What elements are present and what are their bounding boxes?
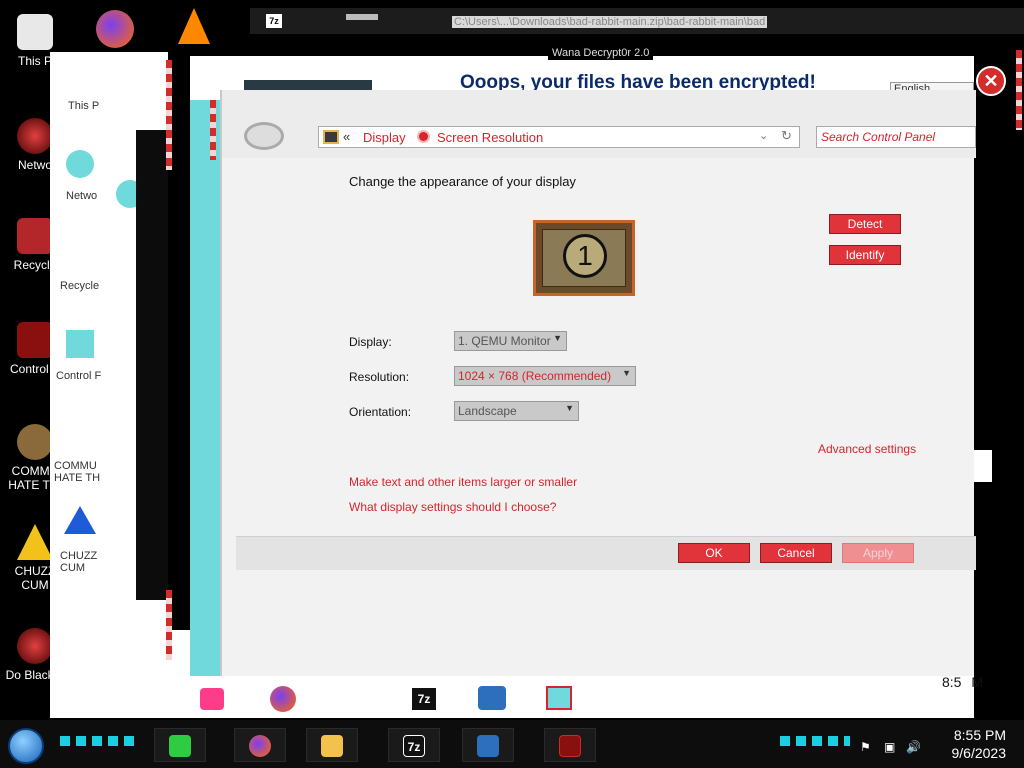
money-bag-icon <box>17 424 53 460</box>
address-bar[interactable]: « Display Screen Resolution ⌄ ↻ <box>318 126 800 148</box>
display-icon <box>323 130 339 144</box>
ok-button[interactable]: OK <box>678 543 750 563</box>
control-panel-icon <box>17 322 53 358</box>
display-select-value: 1. QEMU Monitor <box>458 334 551 348</box>
firefox-icon[interactable] <box>96 10 134 48</box>
sevenzip-icon: 7z <box>403 735 425 757</box>
breadcrumb-back[interactable]: « <box>343 129 350 144</box>
start-button[interactable] <box>8 728 44 764</box>
display-settings-help-link[interactable]: What display settings should I choose? <box>349 500 556 514</box>
ghost-firefox-icon <box>270 686 296 712</box>
chevron-down-icon[interactable]: ⌄ <box>759 129 768 142</box>
network-icon <box>17 118 53 154</box>
volume-icon[interactable]: 🔊 <box>906 740 921 754</box>
ghost-clock-suffix: M <box>971 674 984 690</box>
ghost-icon-label: COMMU HATE TH <box>54 460 101 484</box>
warning-icon <box>64 506 96 534</box>
clock-time: 8:55 PM <box>953 727 1006 743</box>
clock-date: 9/6/2023 <box>951 745 1007 761</box>
monitor-number: 1 <box>563 234 607 278</box>
decryptor-label: Wana Decrypt0r 2.0 <box>548 46 654 60</box>
taskbar-firefox[interactable] <box>234 728 286 762</box>
control-panel-icon <box>559 735 581 757</box>
refresh-icon[interactable]: ↻ <box>781 128 792 144</box>
ghost-clock-hour: 8:5 <box>942 674 962 690</box>
apply-button[interactable]: Apply <box>842 543 914 563</box>
titlebar-grip <box>346 14 378 20</box>
orientation-label: Orientation: <box>349 405 412 419</box>
detect-button[interactable]: Detect <box>829 214 901 234</box>
identify-button[interactable]: Identify <box>829 245 901 265</box>
flag-icon[interactable]: ⚑ <box>860 740 871 754</box>
chevron-down-icon: ▼ <box>565 403 574 413</box>
control-panel-window: « Display Screen Resolution ⌄ ↻ Search C… <box>220 90 976 676</box>
ghost-handshake-icon <box>478 686 506 710</box>
taskbar-7zip[interactable]: 7z <box>388 728 440 762</box>
breadcrumb-separator-icon <box>419 132 428 141</box>
sevenzip-icon: 7z <box>266 14 282 28</box>
window-frame-stripe <box>166 590 172 660</box>
taskbar-control-panel[interactable] <box>544 728 596 762</box>
computer-icon <box>17 14 53 50</box>
page-title: Change the appearance of your display <box>349 174 576 189</box>
recycle-bin-icon <box>17 218 53 254</box>
chevron-down-icon: ▼ <box>553 333 562 343</box>
vlc-icon[interactable] <box>178 8 210 44</box>
window-frame-stripe <box>210 100 216 160</box>
ghost-icon-label: Recycle <box>60 280 100 292</box>
window-frame-stripe <box>1016 50 1022 130</box>
resolution-select[interactable]: 1024 × 768 (Recommended) ▼ <box>454 366 636 386</box>
orientation-select[interactable]: Landscape ▼ <box>454 401 579 421</box>
teal-ghost-icon <box>66 150 94 178</box>
ghost-dark-column <box>136 130 168 600</box>
taskbar-explorer[interactable] <box>306 728 358 762</box>
sevenzip-path: C:\Users\...\Downloads\bad-rabbit-main.z… <box>452 16 768 28</box>
warning-icon <box>17 524 53 560</box>
advanced-settings-link[interactable]: Advanced settings <box>818 442 916 456</box>
network-icon <box>17 628 53 664</box>
breadcrumb-screen-resolution[interactable]: Screen Resolution <box>437 130 543 145</box>
firefox-icon <box>249 735 271 757</box>
ghost-window <box>974 450 992 482</box>
orientation-select-value: Landscape <box>458 404 517 418</box>
ghost-taskbar <box>50 676 974 718</box>
close-icon[interactable]: ✕ <box>976 66 1006 96</box>
display-label: Display: <box>349 335 392 349</box>
taskbar-decor <box>60 736 140 746</box>
control-panel-logo-icon <box>244 122 284 150</box>
display-select[interactable]: 1. QEMU Monitor ▼ <box>454 331 567 351</box>
teal-ghost-icon <box>66 330 94 358</box>
network-tray-icon[interactable]: ▣ <box>884 740 895 754</box>
ghost-icon-label: Control F <box>56 370 102 382</box>
larger-text-link[interactable]: Make text and other items larger or smal… <box>349 475 577 489</box>
taskbar-clock[interactable]: 8:55 PM 9/6/2023 <box>936 726 1007 762</box>
ghost-icon-label: This P <box>68 100 100 112</box>
ghost-7z-icon: 7z <box>412 688 436 710</box>
handshake-icon <box>477 735 499 757</box>
ghost-clock: 8:5 M <box>942 674 983 690</box>
breadcrumb-display[interactable]: Display <box>363 130 406 145</box>
taskbar-notes[interactable] <box>154 728 206 762</box>
monitor-screen: 1 <box>542 229 626 287</box>
ghost-notes-icon <box>200 688 224 710</box>
cancel-button[interactable]: Cancel <box>760 543 832 563</box>
taskbar-handshake[interactable] <box>462 728 514 762</box>
ghost-icon-label: Netwo <box>66 190 98 202</box>
window-frame-stripe <box>166 60 172 170</box>
notes-icon <box>169 735 191 757</box>
folder-icon <box>321 735 343 757</box>
taskbar-decor <box>780 736 850 746</box>
chevron-down-icon: ▼ <box>622 368 631 378</box>
monitor-preview[interactable]: 1 <box>533 220 635 296</box>
ghost-control-icon <box>546 686 572 710</box>
resolution-label: Resolution: <box>349 370 410 384</box>
ghost-icon-label: CHUZZ CUM <box>60 550 98 574</box>
search-input[interactable]: Search Control Panel <box>816 126 976 148</box>
resolution-select-value: 1024 × 768 (Recommended) <box>458 369 612 383</box>
